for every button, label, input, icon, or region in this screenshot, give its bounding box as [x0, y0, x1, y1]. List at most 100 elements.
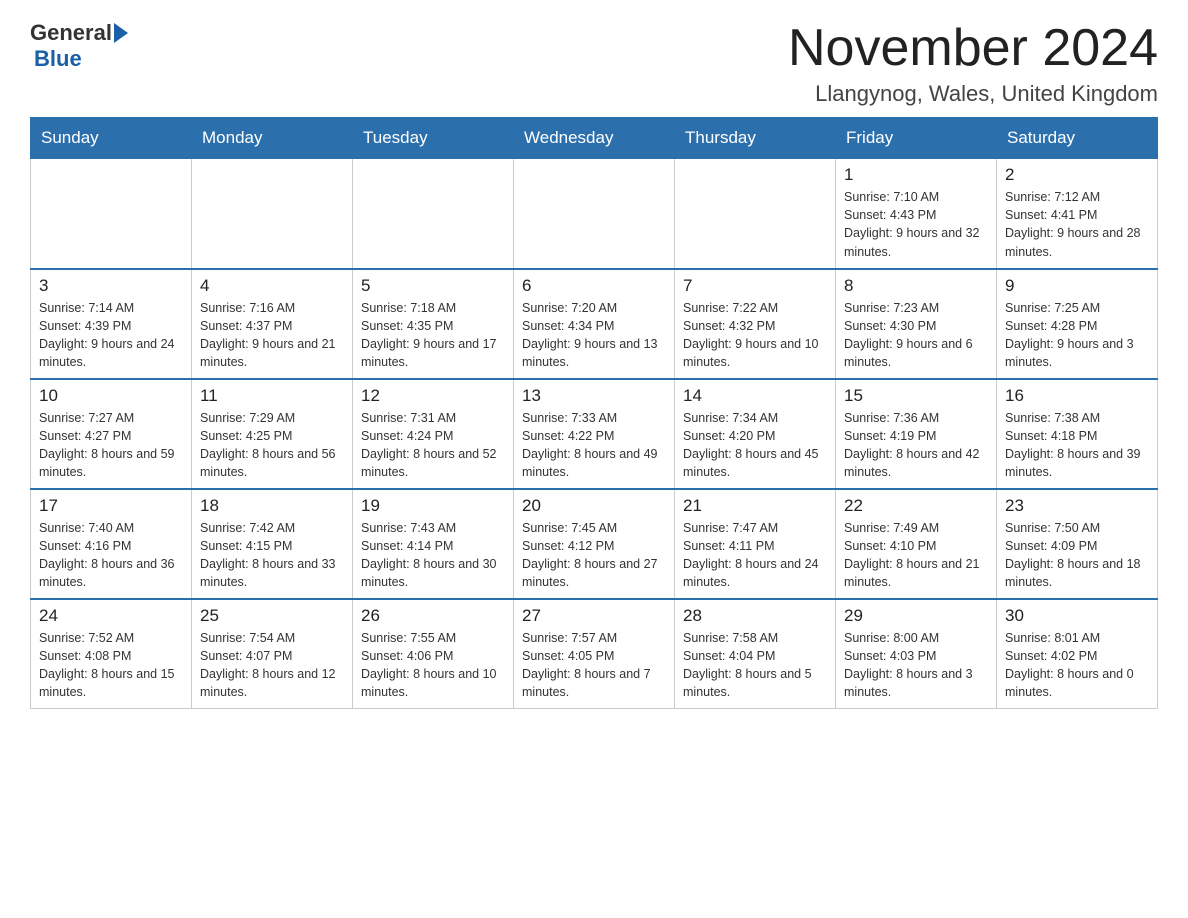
- column-header-tuesday: Tuesday: [353, 118, 514, 159]
- calendar-cell: 25 Sunrise: 7:54 AM Sunset: 4:07 PM Dayli…: [192, 599, 353, 709]
- logo-blue-text: Blue: [34, 46, 82, 72]
- day-number: 8: [844, 276, 988, 296]
- column-header-sunday: Sunday: [31, 118, 192, 159]
- day-number: 26: [361, 606, 505, 626]
- day-info: Sunrise: 7:57 AM Sunset: 4:05 PM Dayligh…: [522, 629, 666, 702]
- calendar-cell: 26 Sunrise: 7:55 AM Sunset: 4:06 PM Dayli…: [353, 599, 514, 709]
- column-header-wednesday: Wednesday: [514, 118, 675, 159]
- day-info: Sunrise: 7:27 AM Sunset: 4:27 PM Dayligh…: [39, 409, 183, 482]
- calendar-cell: 22 Sunrise: 7:49 AM Sunset: 4:10 PM Dayli…: [836, 489, 997, 599]
- title-section: November 2024 Llangynog, Wales, United K…: [788, 20, 1158, 107]
- day-info: Sunrise: 7:36 AM Sunset: 4:19 PM Dayligh…: [844, 409, 988, 482]
- day-info: Sunrise: 7:52 AM Sunset: 4:08 PM Dayligh…: [39, 629, 183, 702]
- calendar-week-row: 24Sunrise: 7:52 AM Sunset: 4:08 PM Dayli…: [31, 599, 1158, 709]
- calendar-cell: 4Sunrise: 7:16 AM Sunset: 4:37 PM Daylig…: [192, 269, 353, 379]
- day-info: Sunrise: 7:33 AM Sunset: 4:22 PM Dayligh…: [522, 409, 666, 482]
- day-info: Sunrise: 7:40 AM Sunset: 4:16 PM Dayligh…: [39, 519, 183, 592]
- day-info: Sunrise: 8:01 AM Sunset: 4:02 PM Dayligh…: [1005, 629, 1149, 702]
- column-header-monday: Monday: [192, 118, 353, 159]
- page-header: General Blue November 2024 Llangynog, Wa…: [30, 20, 1158, 107]
- day-info: Sunrise: 7:49 AM Sunset: 4:10 PM Dayligh…: [844, 519, 988, 592]
- column-header-thursday: Thursday: [675, 118, 836, 159]
- calendar-cell: 29 Sunrise: 8:00 AM Sunset: 4:03 PM Dayli…: [836, 599, 997, 709]
- day-number: 22: [844, 496, 988, 516]
- calendar-cell: 6 Sunrise: 7:20 AM Sunset: 4:34 PM Daylig…: [514, 269, 675, 379]
- calendar-cell: 13 Sunrise: 7:33 AM Sunset: 4:22 PM Dayli…: [514, 379, 675, 489]
- calendar-cell: 17 Sunrise: 7:40 AM Sunset: 4:16 PM Dayli…: [31, 489, 192, 599]
- day-number: 18: [200, 496, 344, 516]
- calendar-week-row: 3 Sunrise: 7:14 AM Sunset: 4:39 PM Daylig…: [31, 269, 1158, 379]
- calendar-cell: 19Sunrise: 7:43 AM Sunset: 4:14 PM Dayli…: [353, 489, 514, 599]
- day-number: 15: [844, 386, 988, 406]
- calendar-cell: 12 Sunrise: 7:31 AM Sunset: 4:24 PM Dayli…: [353, 379, 514, 489]
- day-number: 4: [200, 276, 344, 296]
- column-header-friday: Friday: [836, 118, 997, 159]
- calendar-cell: [353, 159, 514, 269]
- calendar-cell: 5 Sunrise: 7:18 AM Sunset: 4:35 PM Daylig…: [353, 269, 514, 379]
- day-info: Sunrise: 7:31 AM Sunset: 4:24 PM Dayligh…: [361, 409, 505, 482]
- calendar-cell: 11 Sunrise: 7:29 AM Sunset: 4:25 PM Dayli…: [192, 379, 353, 489]
- calendar-cell: 9Sunrise: 7:25 AM Sunset: 4:28 PM Daylig…: [997, 269, 1158, 379]
- day-info: Sunrise: 7:45 AM Sunset: 4:12 PM Dayligh…: [522, 519, 666, 592]
- day-number: 21: [683, 496, 827, 516]
- month-title: November 2024: [788, 20, 1158, 77]
- day-info: Sunrise: 7:55 AM Sunset: 4:06 PM Dayligh…: [361, 629, 505, 702]
- calendar-cell: [192, 159, 353, 269]
- column-header-saturday: Saturday: [997, 118, 1158, 159]
- calendar-week-row: 10 Sunrise: 7:27 AM Sunset: 4:27 PM Dayli…: [31, 379, 1158, 489]
- calendar-cell: 8 Sunrise: 7:23 AM Sunset: 4:30 PM Daylig…: [836, 269, 997, 379]
- day-info: Sunrise: 7:20 AM Sunset: 4:34 PM Dayligh…: [522, 299, 666, 372]
- day-number: 27: [522, 606, 666, 626]
- day-info: Sunrise: 8:00 AM Sunset: 4:03 PM Dayligh…: [844, 629, 988, 702]
- day-info: Sunrise: 7:10 AM Sunset: 4:43 PM Dayligh…: [844, 188, 988, 261]
- day-number: 23: [1005, 496, 1149, 516]
- calendar-cell: [675, 159, 836, 269]
- day-number: 5: [361, 276, 505, 296]
- day-number: 1: [844, 165, 988, 185]
- day-info: Sunrise: 7:38 AM Sunset: 4:18 PM Dayligh…: [1005, 409, 1149, 482]
- day-number: 6: [522, 276, 666, 296]
- day-number: 13: [522, 386, 666, 406]
- day-number: 14: [683, 386, 827, 406]
- day-number: 30: [1005, 606, 1149, 626]
- calendar-week-row: 1 Sunrise: 7:10 AM Sunset: 4:43 PM Daylig…: [31, 159, 1158, 269]
- day-info: Sunrise: 7:12 AM Sunset: 4:41 PM Dayligh…: [1005, 188, 1149, 261]
- day-number: 17: [39, 496, 183, 516]
- day-number: 25: [200, 606, 344, 626]
- day-info: Sunrise: 7:29 AM Sunset: 4:25 PM Dayligh…: [200, 409, 344, 482]
- calendar-cell: [514, 159, 675, 269]
- day-info: Sunrise: 7:54 AM Sunset: 4:07 PM Dayligh…: [200, 629, 344, 702]
- calendar-cell: 1 Sunrise: 7:10 AM Sunset: 4:43 PM Daylig…: [836, 159, 997, 269]
- calendar-cell: 10 Sunrise: 7:27 AM Sunset: 4:27 PM Dayli…: [31, 379, 192, 489]
- day-info: Sunrise: 7:47 AM Sunset: 4:11 PM Dayligh…: [683, 519, 827, 592]
- day-number: 10: [39, 386, 183, 406]
- day-info: Sunrise: 7:42 AM Sunset: 4:15 PM Dayligh…: [200, 519, 344, 592]
- day-info: Sunrise: 7:18 AM Sunset: 4:35 PM Dayligh…: [361, 299, 505, 372]
- calendar-cell: 28Sunrise: 7:58 AM Sunset: 4:04 PM Dayli…: [675, 599, 836, 709]
- logo: General Blue: [30, 20, 128, 72]
- calendar-cell: 20 Sunrise: 7:45 AM Sunset: 4:12 PM Dayli…: [514, 489, 675, 599]
- calendar-cell: 7Sunrise: 7:22 AM Sunset: 4:32 PM Daylig…: [675, 269, 836, 379]
- location-subtitle: Llangynog, Wales, United Kingdom: [788, 81, 1158, 107]
- day-info: Sunrise: 7:34 AM Sunset: 4:20 PM Dayligh…: [683, 409, 827, 482]
- logo-general-text: General: [30, 20, 112, 46]
- day-number: 2: [1005, 165, 1149, 185]
- calendar-cell: 2 Sunrise: 7:12 AM Sunset: 4:41 PM Daylig…: [997, 159, 1158, 269]
- day-number: 12: [361, 386, 505, 406]
- calendar-week-row: 17 Sunrise: 7:40 AM Sunset: 4:16 PM Dayli…: [31, 489, 1158, 599]
- day-number: 20: [522, 496, 666, 516]
- calendar-cell: 18 Sunrise: 7:42 AM Sunset: 4:15 PM Dayli…: [192, 489, 353, 599]
- calendar-cell: 15 Sunrise: 7:36 AM Sunset: 4:19 PM Dayli…: [836, 379, 997, 489]
- calendar-cell: 21 Sunrise: 7:47 AM Sunset: 4:11 PM Dayli…: [675, 489, 836, 599]
- day-number: 29: [844, 606, 988, 626]
- calendar-header-row: SundayMondayTuesdayWednesdayThursdayFrid…: [31, 118, 1158, 159]
- day-info: Sunrise: 7:23 AM Sunset: 4:30 PM Dayligh…: [844, 299, 988, 372]
- day-number: 3: [39, 276, 183, 296]
- calendar-cell: 16 Sunrise: 7:38 AM Sunset: 4:18 PM Dayli…: [997, 379, 1158, 489]
- day-number: 9: [1005, 276, 1149, 296]
- calendar-cell: 30 Sunrise: 8:01 AM Sunset: 4:02 PM Dayli…: [997, 599, 1158, 709]
- day-info: Sunrise: 7:14 AM Sunset: 4:39 PM Dayligh…: [39, 299, 183, 372]
- day-number: 11: [200, 386, 344, 406]
- day-number: 16: [1005, 386, 1149, 406]
- calendar-table: SundayMondayTuesdayWednesdayThursdayFrid…: [30, 117, 1158, 709]
